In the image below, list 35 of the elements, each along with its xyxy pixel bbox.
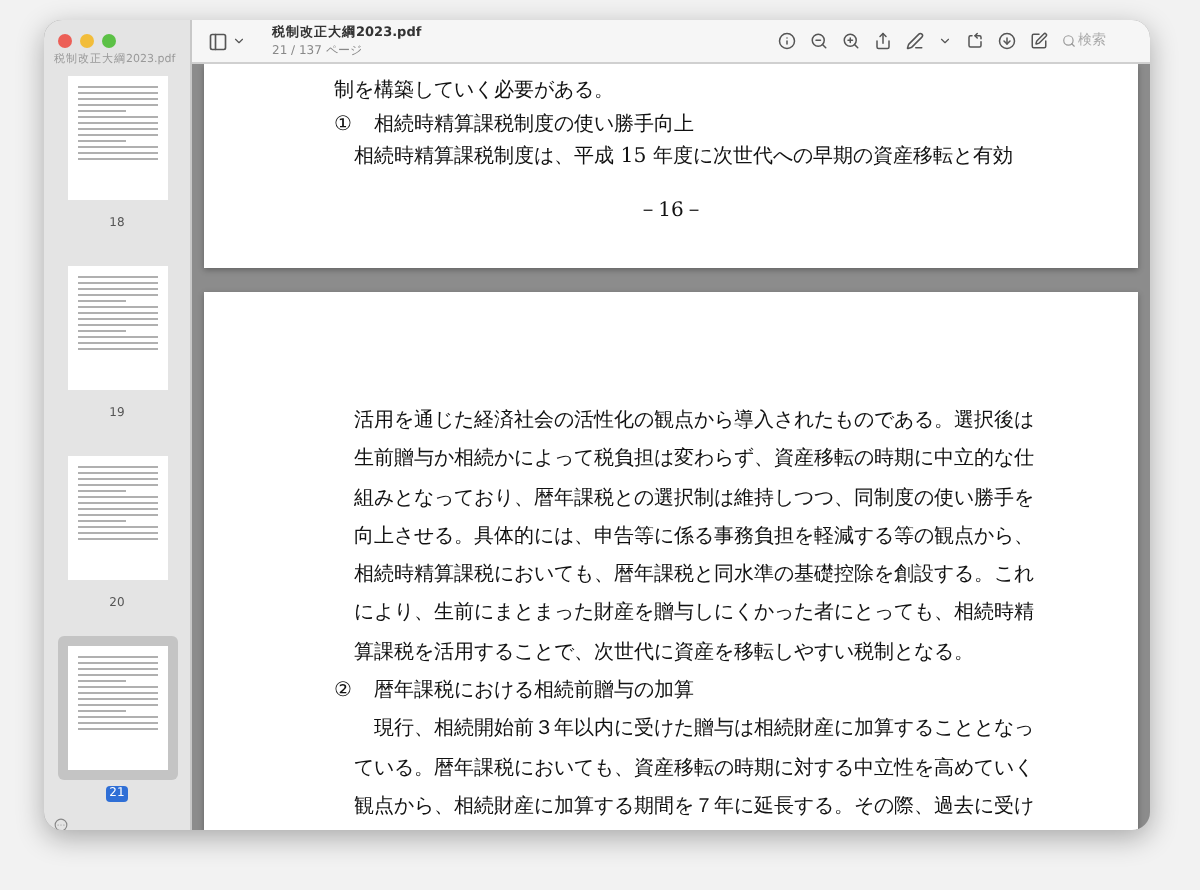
text-line: ている。暦年課税においても、資産移転の時期に対する中立性を高めていく — [352, 755, 1036, 784]
section-heading: 相続時精算課税制度の使い勝手向上 — [374, 111, 694, 139]
search-icon — [1062, 34, 1076, 48]
text-line: 算課税を活用することで、次世代に資産を移転しやすい税制となる。 — [352, 639, 976, 668]
thumbnail-page-drawing — [67, 646, 167, 770]
text-line: 相続時精算課税制度は、平成 15 年度に次世代への早期の資産移転と有効 — [352, 143, 1015, 172]
share-icon[interactable] — [874, 32, 892, 50]
text-line: 組みとなっており、暦年課税との選択制は維持しつつ、同制度の使い勝手を — [352, 485, 1036, 514]
thumbnail-page-drawing — [67, 266, 167, 390]
options-icon[interactable] — [54, 818, 68, 830]
text-line: 向上させる。具体的には、申告等に係る事務負担を軽減する等の観点から、 — [352, 523, 1036, 552]
pen-icon[interactable] — [906, 32, 924, 50]
page-number: －16－ — [636, 197, 706, 223]
text-line: 現行、相続開始前３年以内に受けた贈与は相続財産に加算することとなっ — [372, 715, 1036, 745]
edit-form-icon[interactable] — [1030, 32, 1048, 50]
item-number: ① — [334, 111, 354, 139]
text-line: 活用を通じた経済社会の活性化の観点から導入されたものである。選択後は — [352, 407, 1036, 436]
text-line: 制を構築していく必要がある。 — [332, 77, 616, 106]
item-number: ② — [334, 678, 354, 707]
thumbnail-page-drawing — [67, 76, 167, 200]
page-thumbnail[interactable] — [57, 636, 177, 780]
close-button[interactable] — [58, 34, 72, 48]
text-line: 観点から、相続財産に加算する期間を７年に延長する。その際、過去に受け — [352, 793, 1036, 822]
caret-icon[interactable] — [938, 34, 952, 48]
text-line: 生前贈与か相続かによって税負担は変わらず、資産移転の時期に中立的な仕 — [352, 445, 1036, 475]
thumbnail-page-drawing — [67, 456, 167, 580]
sidebar-toggle-icon[interactable] — [208, 31, 228, 51]
caret-icon[interactable] — [232, 34, 246, 48]
zoom-out-icon[interactable] — [810, 32, 828, 50]
rotate-icon[interactable] — [966, 32, 984, 50]
zoom-in-icon[interactable] — [842, 32, 860, 50]
text-line: 相続時精算課税においても、暦年課税と同水準の基礎控除を創設する。これ — [352, 561, 1036, 591]
section-heading: 暦年課税における相続前贈与の加算 — [374, 677, 694, 707]
text-line: により、生前にまとまった財産を贈与しにくかった者にとっても、相続時精 — [352, 599, 1036, 629]
info-icon[interactable] — [778, 32, 796, 50]
